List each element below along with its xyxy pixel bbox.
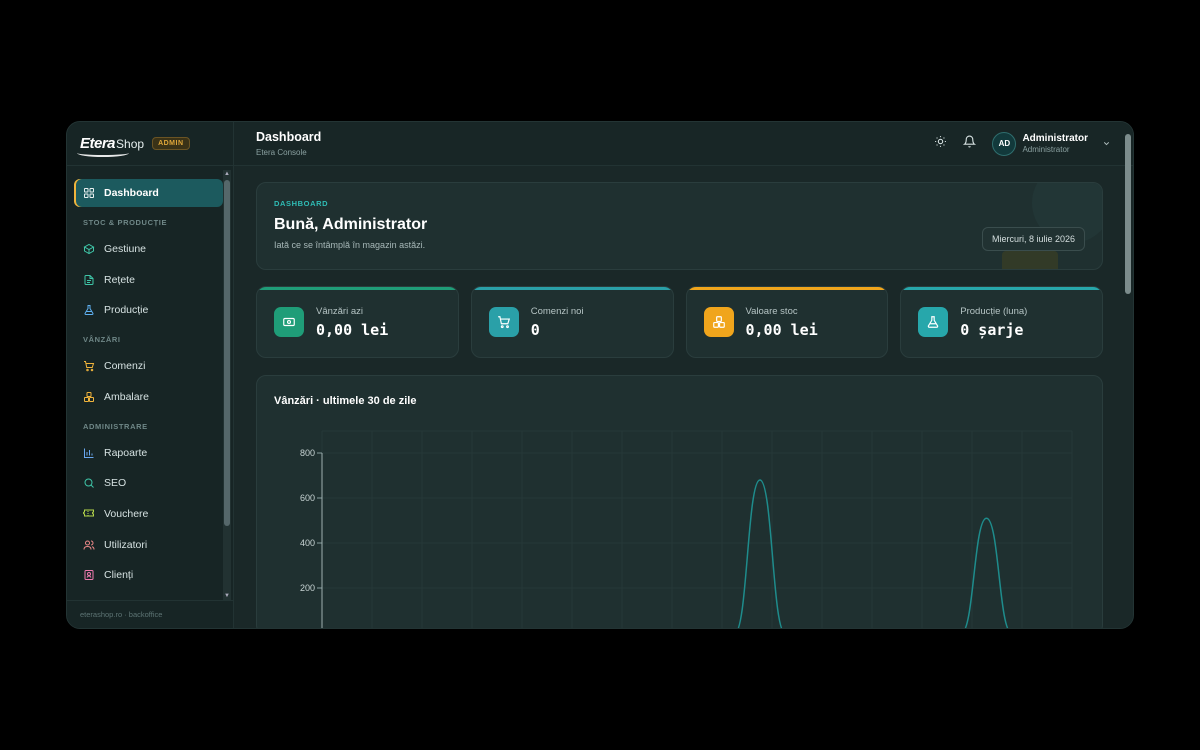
sidebar-item-dashboard[interactable]: Dashboard	[74, 179, 223, 207]
stat-value: 0	[530, 320, 540, 339]
users-icon	[83, 539, 95, 551]
cart-icon	[83, 360, 95, 372]
main-area: Dashboard Etera Console AD Administrator…	[234, 122, 1133, 628]
stat-card: Comenzi noi 0	[470, 286, 674, 358]
stat-label: Comenzi noi	[530, 305, 584, 317]
sidebar-nav: Dashboard STOC & PRODUCȚIE Gestiune Rețete P…	[67, 166, 233, 600]
sidebar-item-label: Rețete	[104, 273, 135, 286]
stat-value: 0,00 lei	[316, 320, 389, 339]
sidebar-item-rapoarte[interactable]: Rapoarte	[74, 439, 223, 467]
user-name: Administrator	[1022, 133, 1088, 144]
sidebar-item-label: Clienți	[104, 569, 134, 582]
stat-card: Vânzări azi 0,00 lei	[256, 286, 459, 358]
stat-accent-bar	[901, 287, 1102, 290]
sidebar-item-vouchere[interactable]: Vouchere	[74, 500, 223, 528]
decorative-block	[1002, 251, 1058, 269]
cash-icon	[274, 307, 304, 337]
logo-swoosh	[77, 149, 129, 157]
page-subtitle: Etera Console	[256, 148, 307, 157]
scroll-down-arrow-icon[interactable]: ▼	[223, 592, 231, 600]
page-title: Dashboard	[256, 130, 322, 144]
stat-accent-bar	[686, 287, 888, 290]
flask-icon	[83, 304, 95, 316]
sidebar-scroll-thumb[interactable]	[224, 180, 230, 526]
main-scroll-thumb[interactable]	[1125, 134, 1131, 294]
stat-accent-bar	[471, 287, 673, 290]
nav-section-title: ADMINISTRARE	[83, 421, 148, 431]
admin-badge: ADMIN	[152, 137, 190, 150]
y-tick-label: 600	[300, 493, 315, 503]
bar-chart-icon	[83, 447, 95, 459]
sidebar-item-label: Gestiune	[104, 243, 147, 255]
y-tick-label: 800	[300, 448, 315, 458]
sidebar-item-ambalare[interactable]: Ambalare	[74, 383, 223, 411]
sidebar-item-retete[interactable]: Rețete	[74, 266, 223, 294]
app-window: Etera Shop ADMIN Dashboard STOC & PRODUCȚ…	[66, 121, 1134, 629]
sidebar-item-label: Dashboard	[104, 187, 159, 199]
avatar: AD	[992, 131, 1017, 156]
stat-label: Vânzări azi	[316, 305, 363, 317]
ticket-icon	[83, 508, 95, 520]
sidebar: Etera Shop ADMIN Dashboard STOC & PRODUCȚ…	[67, 122, 234, 628]
sun-icon[interactable]	[934, 135, 947, 153]
stat-value: 0,00 lei	[745, 320, 818, 339]
stat-card: Valoare stoc 0,00 lei	[685, 286, 889, 358]
sidebar-item-productie[interactable]: Producție	[74, 296, 223, 324]
user-menu[interactable]: AD Administrator Administrator	[992, 131, 1111, 156]
sales-line-series	[737, 479, 1009, 628]
sidebar-item-label: Rapoarte	[104, 446, 148, 459]
sales-chart-card: Vânzări · ultimele 30 de zile 200 400 600 8…	[256, 375, 1103, 628]
sidebar-item-label: Producție	[104, 304, 149, 317]
y-tick-label: 200	[300, 583, 315, 593]
stats-row: Vânzări azi 0,00 lei Comenzi noi 0 Valoare s…	[256, 286, 1103, 358]
sidebar-item-label: Utilizatori	[104, 538, 148, 551]
grid-icon	[83, 187, 95, 199]
sidebar-item-label: Vouchere	[104, 507, 149, 520]
date-badge: Miercuri, 8 iulie 2026	[981, 227, 1085, 251]
user-role: Administrator	[1022, 145, 1070, 154]
brand[interactable]: Etera Shop ADMIN	[67, 122, 233, 166]
box-icon	[83, 243, 95, 255]
topbar: Dashboard Etera Console AD Administrator…	[234, 122, 1133, 166]
y-tick-label: 400	[300, 538, 315, 548]
welcome-subtitle: Iată ce se întâmplă în magazin astăzi.	[274, 240, 426, 250]
scroll-up-arrow-icon[interactable]: ▲	[223, 170, 231, 178]
boxes-icon	[703, 307, 734, 337]
search-icon	[83, 477, 95, 489]
flask-icon	[918, 307, 949, 337]
stat-label: Valoare stoc	[745, 305, 798, 317]
sales-chart: 200 400 600 800	[300, 430, 1073, 628]
stat-label: Producție (luna)	[960, 305, 1028, 317]
stat-accent-bar	[257, 287, 458, 290]
stat-card: Producție (luna) 0 șarje	[900, 286, 1103, 358]
document-icon	[83, 274, 95, 286]
main-scrollbar[interactable]	[1125, 126, 1131, 626]
dashboard-content: DASHBOARD Bună, Administrator Iată ce se…	[256, 182, 1103, 628]
chevron-down-icon	[1102, 135, 1111, 153]
sidebar-item-gestiune[interactable]: Gestiune	[74, 235, 223, 263]
sidebar-item-clienti[interactable]: Clienți	[74, 561, 223, 589]
sidebar-footer: eterashop.ro · backoffice	[67, 600, 233, 628]
sidebar-item-utilizatori[interactable]: Utilizatori	[74, 531, 223, 559]
nav-section-title: VÂNZĂRI	[83, 335, 121, 345]
welcome-card: DASHBOARD Bună, Administrator Iată ce se…	[256, 182, 1103, 270]
nav-section-title: STOC & PRODUCȚIE	[83, 218, 168, 227]
sidebar-item-comenzi[interactable]: Comenzi	[74, 352, 223, 380]
cart-icon	[488, 307, 519, 337]
contact-icon	[83, 569, 95, 581]
sidebar-item-label: Ambalare	[104, 390, 149, 403]
sidebar-item-label: Comenzi	[104, 360, 146, 373]
sidebar-item-label: SEO	[104, 477, 127, 490]
boxes-icon	[83, 391, 95, 403]
sidebar-item-seo[interactable]: SEO	[74, 469, 223, 497]
stat-value: 0 șarje	[960, 320, 1024, 339]
sidebar-scrollbar[interactable]: ▲ ▼	[223, 170, 231, 600]
welcome-heading: Bună, Administrator	[274, 216, 428, 233]
bell-icon[interactable]	[963, 135, 977, 153]
welcome-kicker: DASHBOARD	[274, 199, 329, 208]
logo: Etera Shop	[77, 135, 144, 157]
